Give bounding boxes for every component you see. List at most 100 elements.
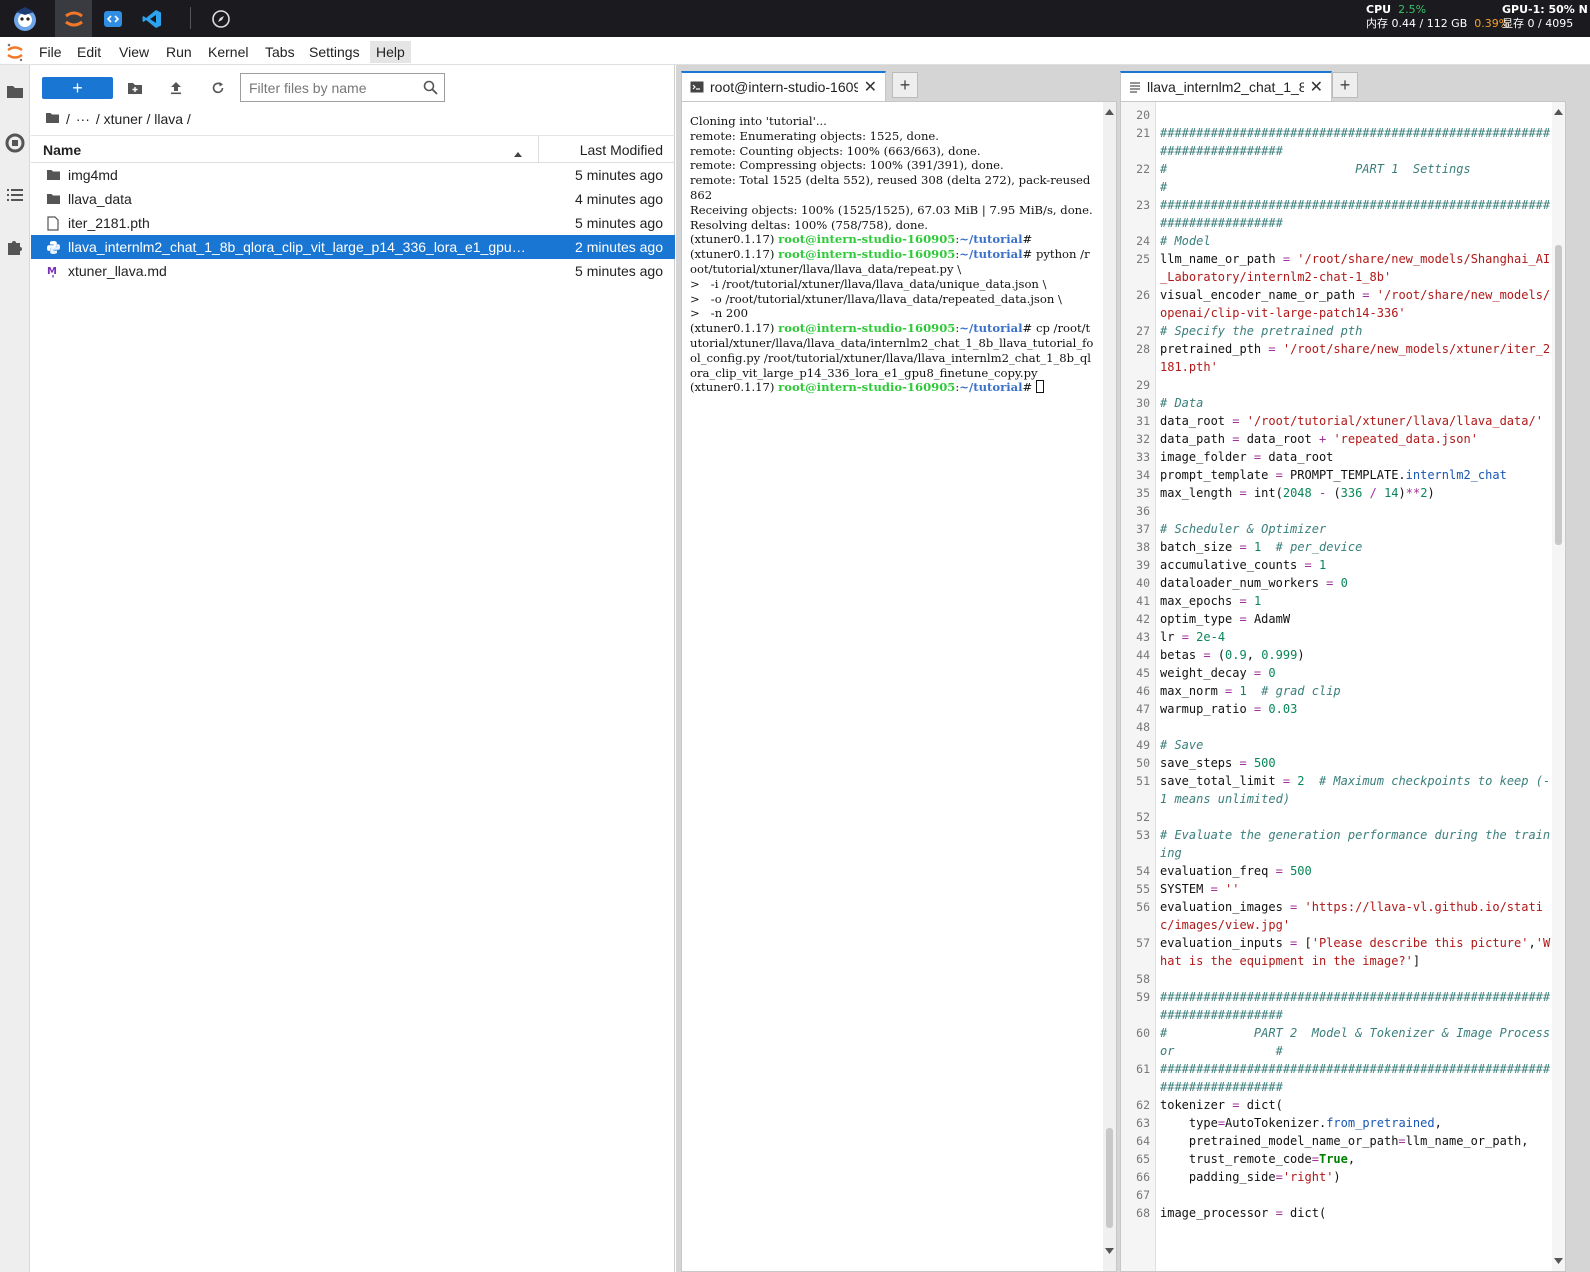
line-number: 37 [1136,522,1150,536]
line-number: 32 [1136,432,1150,446]
line-number: 63 [1136,1116,1150,1130]
new-launcher-button[interactable]: + [42,77,113,99]
search-icon[interactable] [423,80,438,98]
tab-terminal[interactable]: root@intern-studio-16090 ✕ [681,71,886,101]
code-token: 500 [1290,864,1312,878]
line-number: 51 [1136,774,1150,788]
column-header-last-modified[interactable]: Last Modified [580,142,663,158]
sort-ascending-icon[interactable] [513,145,523,160]
menu-view[interactable]: View [113,41,155,63]
scroll-down-arrow-icon[interactable] [1105,1248,1114,1255]
code-text: lr = 2e-4 [1156,628,1551,646]
code-editor-panel[interactable]: 20 21 ###################################… [1120,101,1566,1272]
editor-scrollbar[interactable] [1552,102,1565,1271]
folder-icon[interactable] [3,79,27,103]
refresh-icon[interactable] [206,77,230,99]
code-token: PROMPT_TEMPLATE. [1282,468,1406,482]
file-row[interactable]: Mxtuner_llava.md 5 minutes ago [31,259,675,283]
code-token: # PART 2 Model & Tokenizer & Image Proce… [1160,1026,1551,1058]
terminal-text: remote: Total 1525 (delta 552), reused 3… [690,173,1094,202]
menu-kernel[interactable]: Kernel [202,41,254,63]
code-token: , [1347,1152,1356,1166]
breadcrumb-path[interactable]: / xtuner / llava / [96,111,191,127]
line-number: 53 [1136,828,1150,842]
code-token: , [1528,936,1536,950]
breadcrumb-ellipsis[interactable]: ··· [76,111,90,127]
code-token: = [1282,252,1291,266]
home-folder-icon[interactable] [45,111,60,127]
terminal-text: Receiving objects: 100% (1525/1525), 67.… [690,202,1093,217]
terminal-scroll-thumb[interactable] [1106,1128,1113,1228]
line-number: 55 [1136,882,1150,896]
column-header-name[interactable]: Name [43,142,81,158]
extensions-puzzle-icon[interactable] [3,235,27,259]
code-token: prompt_template [1160,468,1276,482]
scroll-up-arrow-icon[interactable] [1105,108,1114,115]
code-token: = [1275,1170,1283,1184]
code-token: evaluation_freq [1160,864,1276,878]
vscode-icon[interactable] [133,0,170,37]
code-text: warmup_ratio = 0.03 [1156,700,1551,718]
close-icon[interactable]: ✕ [1310,77,1323,97]
code-line: 29 [1121,376,1551,394]
line-number: 45 [1136,666,1150,680]
line-number: 46 [1136,684,1150,698]
tab-terminal-label: root@intern-studio-16090 [710,79,858,95]
code-text: # Model [1156,232,1551,250]
file-row[interactable]: llava_data 4 minutes ago [31,187,675,211]
menu-help[interactable]: Help [370,41,411,63]
menu-run[interactable]: Run [160,41,198,63]
close-icon[interactable]: ✕ [864,77,877,97]
new-tab-button[interactable]: + [1332,72,1358,98]
new-tab-button[interactable]: + [892,72,918,98]
menu-settings[interactable]: Settings [303,41,366,63]
line-number: 39 [1136,558,1150,572]
menu-tabs[interactable]: Tabs [259,41,301,63]
scroll-up-arrow-icon[interactable] [1554,108,1563,115]
code-token: ########################################… [1160,990,1551,1022]
code-preview-icon[interactable] [94,0,131,37]
code-token: # Save [1160,738,1204,752]
terminal-output[interactable]: Cloning into 'tutorial'... remote: Enumer… [690,114,1094,395]
code-text: data_path = data_root + 'repeated_data.j… [1156,430,1551,448]
column-divider[interactable] [538,136,539,163]
code-line: 24 # Model [1121,232,1551,250]
code-token: ) [1398,486,1406,500]
code-token: pretrained_model_name_or_path [1160,1134,1399,1148]
code-token: = [1239,756,1247,770]
file-row[interactable]: iter_2181.pth 5 minutes ago [31,211,675,235]
file-row[interactable]: llava_internlm2_chat_1_8b_qlora_clip_vit… [31,235,675,259]
terminal-text: remote: Compressing objects: 100% (391/3… [690,158,1004,173]
breadcrumb: / ··· / xtuner / llava / [45,109,191,129]
terminal-panel[interactable]: Cloning into 'tutorial'... remote: Enumer… [681,101,1117,1272]
jupyter-app-icon[interactable] [55,0,92,37]
terminal-scrollbar[interactable] [1103,102,1116,1271]
file-row[interactable]: img4md 5 minutes ago [31,163,675,187]
code-text: data_root = '/root/tutorial/xtuner/llava… [1156,412,1551,430]
line-number: 67 [1136,1188,1150,1202]
tab-editor-file[interactable]: llava_internlm2_chat_1_8b ✕ [1120,71,1332,101]
code-line: 31 data_root = '/root/tutorial/xtuner/lla… [1121,412,1551,430]
compass-icon[interactable] [202,0,239,37]
table-of-contents-icon[interactable] [3,183,27,207]
breadcrumb-root[interactable]: / [66,111,70,127]
filter-files-input[interactable] [241,74,416,101]
line-number: 30 [1136,396,1150,410]
terminal-text: (xtuner0.1.17) [690,232,779,247]
code-content[interactable]: 20 21 ###################################… [1121,106,1551,1222]
cpu-label: CPU [1366,3,1392,16]
running-sessions-icon[interactable] [3,131,27,155]
new-folder-icon[interactable] [123,77,147,99]
menu-file[interactable]: File [33,41,68,63]
code-token: ########################################… [1160,126,1551,158]
activity-sidebar [0,65,30,1272]
editor-scroll-thumb[interactable] [1555,245,1562,545]
code-token: = [1210,882,1218,896]
menu-edit[interactable]: Edit [71,41,107,63]
scroll-down-arrow-icon[interactable] [1554,1258,1563,1265]
mascot-logo-icon[interactable] [6,0,43,37]
upload-icon[interactable] [164,77,188,99]
